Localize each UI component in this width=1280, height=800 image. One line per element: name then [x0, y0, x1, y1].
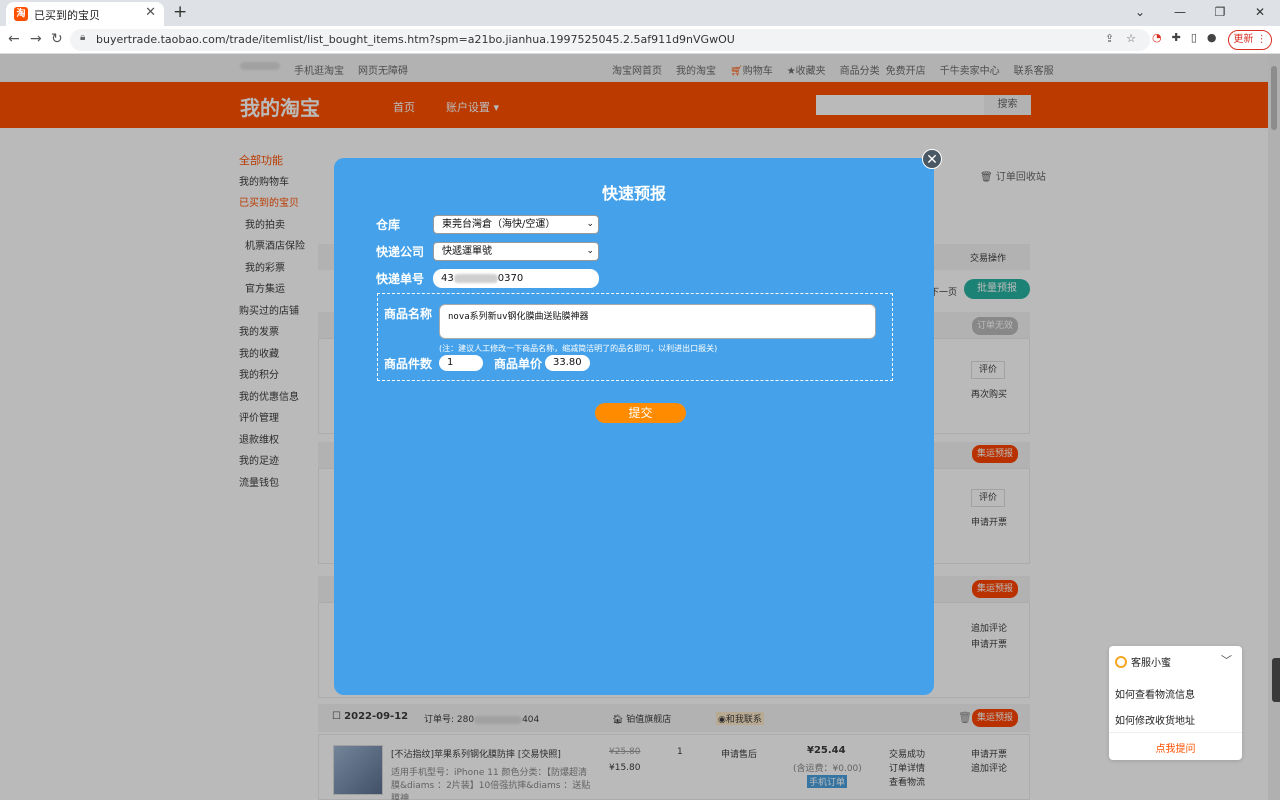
update-label: 更新 — [1233, 34, 1254, 45]
price-label: 商品单价 — [494, 357, 543, 371]
address-bar: ← → ↻ 🔒︎ buyertrade.taobao.com/trade/ite… — [0, 26, 1280, 54]
browser-tab[interactable]: 淘 已买到的宝贝 ✕ — [6, 2, 164, 26]
url-omnibox[interactable]: 🔒︎ buyertrade.taobao.com/trade/itemlist/… — [70, 29, 1150, 51]
tracking-redacted — [453, 273, 498, 283]
tracking-input[interactable]: 43 0370 — [433, 269, 599, 288]
side-tab-handle[interactable] — [1272, 658, 1280, 702]
chat-question[interactable]: 如何查看物流信息 — [1115, 686, 1195, 701]
back-icon[interactable]: ← — [8, 31, 20, 47]
chevron-down-icon: ⌄ — [586, 246, 594, 256]
minimize-icon[interactable]: — — [1160, 0, 1200, 26]
courier-select[interactable]: 快遞運單號 ⌄ — [433, 242, 599, 261]
courier-label: 快递公司 — [376, 245, 425, 259]
extension-bar: ◔ ✚ ▯ ● — [1152, 31, 1217, 44]
chat-ask-link[interactable]: 点我提问 — [1109, 740, 1242, 755]
reload-icon[interactable]: ↻ — [51, 31, 63, 47]
lock-icon[interactable]: 🔒︎ — [80, 32, 85, 43]
browser-tabbar: 淘 已买到的宝贝 ✕ + ⌄ — ❐ ✕ — [0, 0, 1280, 26]
chat-title: 客服小蜜 — [1131, 658, 1171, 669]
tracking-suffix: 0370 — [497, 273, 524, 284]
chevron-down-icon: ⌄ — [586, 219, 594, 229]
price-input[interactable]: 33.80 — [545, 355, 590, 371]
chat-question[interactable]: 如何修改收货地址 — [1115, 712, 1195, 727]
warehouse-value: 東莞台灣倉（海快/空運） — [442, 219, 556, 230]
qty-label: 商品件数 — [384, 357, 433, 371]
tracking-prefix: 43 — [441, 273, 454, 284]
window-controls: ⌄ — ❐ ✕ — [1120, 0, 1280, 26]
quick-prereport-modal: 快速预报 仓库 東莞台灣倉（海快/空運） ⌄ 快递公司 快遞運單號 ⌄ 快递单号… — [334, 158, 934, 695]
goods-name-hint: (注：建议人工修改一下商品名称，缩减简洁明了的品名即可，以利进出口报关) — [439, 344, 718, 353]
chat-header: 客服小蜜 — [1115, 654, 1171, 669]
warehouse-label: 仓库 — [376, 218, 401, 232]
close-window-icon[interactable]: ✕ — [1240, 0, 1280, 26]
tab-search-icon[interactable]: ⌄ — [1120, 0, 1160, 26]
close-icon[interactable]: ✕ — [922, 149, 942, 169]
goods-name-label: 商品名称 — [384, 307, 433, 321]
forward-icon[interactable]: → — [30, 31, 42, 47]
restore-icon[interactable]: ❐ — [1200, 0, 1240, 26]
share-icon[interactable]: ⇪ — [1105, 32, 1114, 45]
puzzle-icon[interactable]: ✚ — [1172, 31, 1181, 44]
goods-name-textarea[interactable]: nova系列新uv钢化膜曲送贴膜神器 — [439, 304, 876, 339]
courier-value: 快遞運單號 — [442, 246, 492, 257]
new-tab-icon[interactable]: + — [173, 2, 187, 22]
warehouse-select[interactable]: 東莞台灣倉（海快/空運） ⌄ — [433, 215, 599, 234]
url-text[interactable]: buyertrade.taobao.com/trade/itemlist/lis… — [96, 33, 735, 46]
modal-title: 快速预报 — [601, 184, 666, 203]
lightbulb-icon — [1115, 655, 1127, 668]
taobao-favicon-icon: 淘 — [14, 7, 28, 21]
profile-icon[interactable]: ● — [1207, 31, 1217, 44]
star-icon[interactable]: ☆ — [1126, 32, 1136, 45]
chat-divider — [1109, 732, 1242, 733]
chevron-down-icon[interactable]: ﹀ — [1221, 652, 1232, 668]
sidebar-icon[interactable]: ▯ — [1191, 31, 1197, 44]
extension-icon[interactable]: ◔ — [1152, 31, 1162, 44]
qty-input[interactable]: 1 — [439, 355, 483, 371]
customer-service-widget: 客服小蜜 ﹀ 如何查看物流信息 如何修改收货地址 点我提问 — [1109, 646, 1242, 760]
update-button[interactable]: 更新 ⋮ — [1228, 30, 1272, 50]
tab-title: 已买到的宝贝 — [34, 9, 100, 22]
submit-button[interactable]: 提交 — [595, 403, 686, 423]
tab-close-icon[interactable]: ✕ — [145, 5, 156, 20]
tracking-label: 快递单号 — [376, 272, 425, 286]
